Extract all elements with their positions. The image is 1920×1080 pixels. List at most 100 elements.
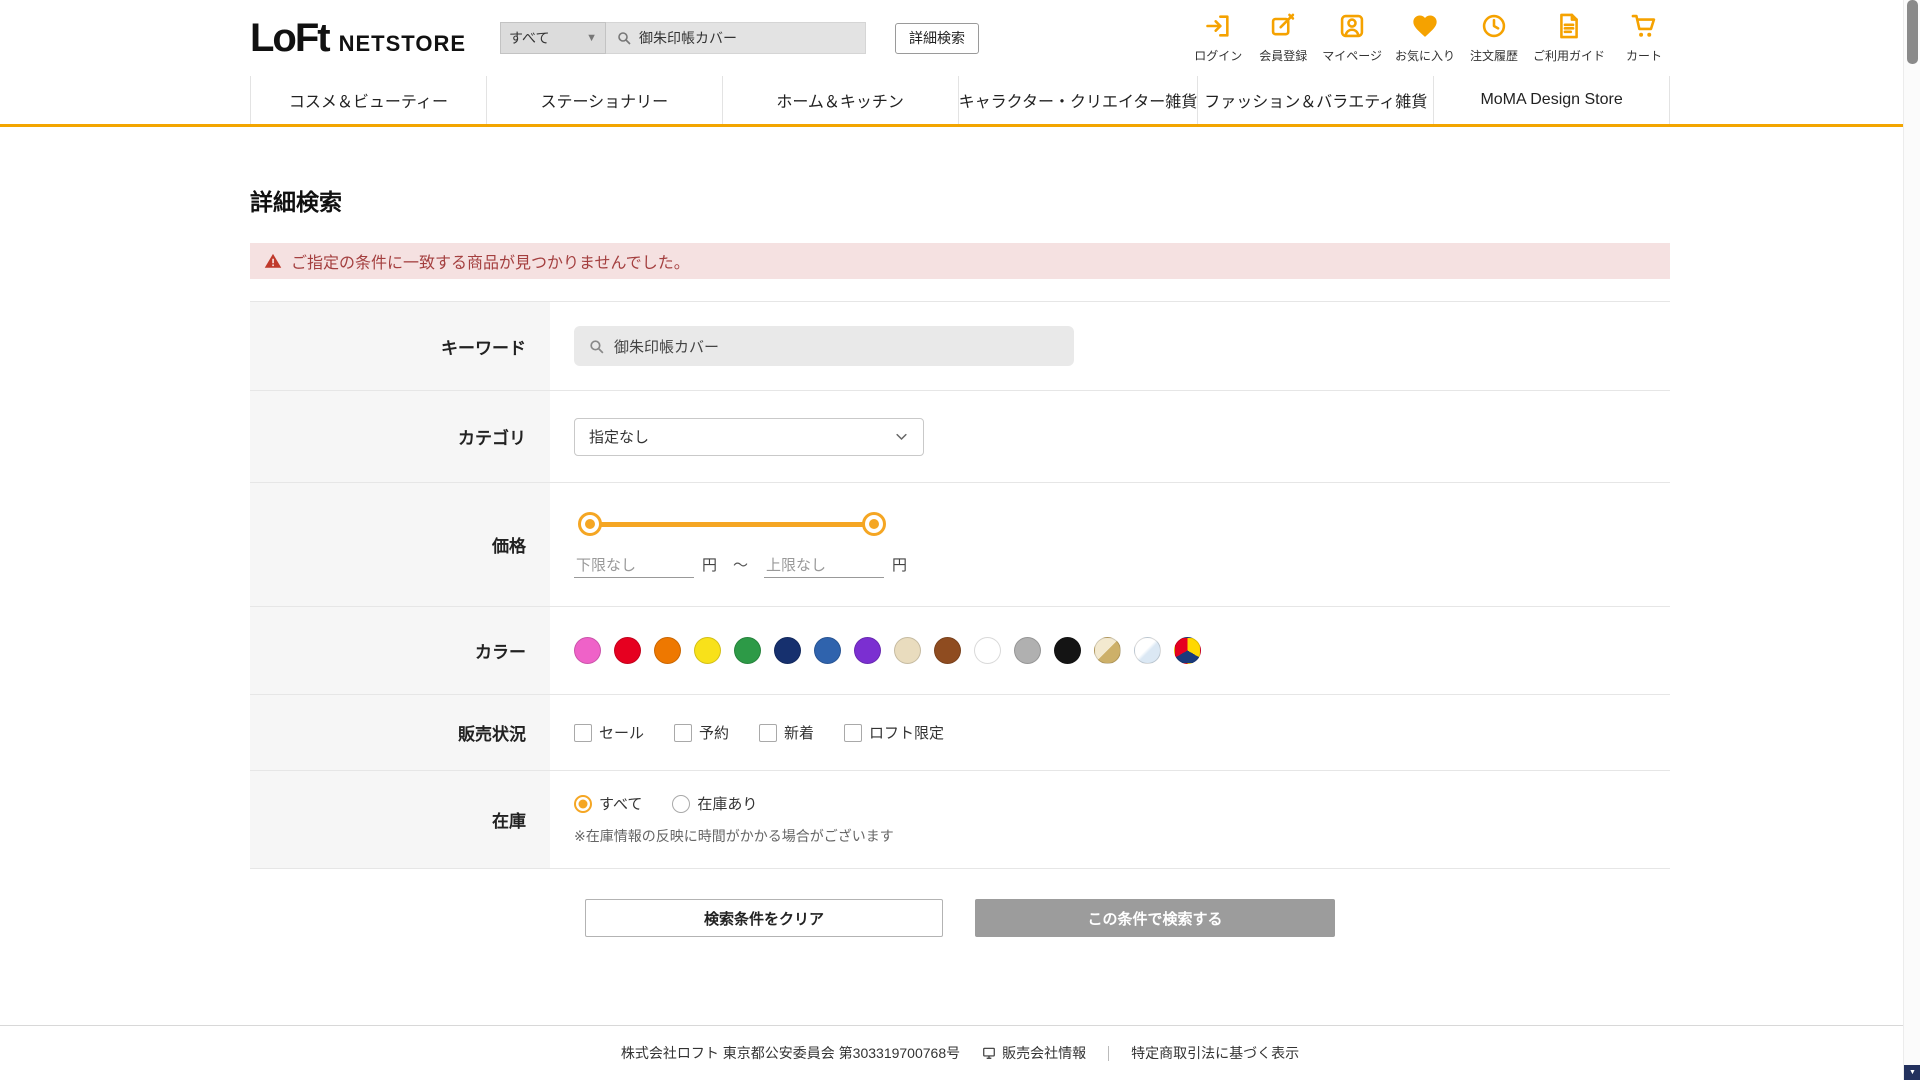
category-nav: コスメ＆ビューティー ステーショナリー ホーム＆キッチン キャラクター・クリエイ…: [0, 76, 1920, 127]
form-row-sales-status: 販売状況 セール 予約 新着 ロフト限定: [250, 694, 1670, 770]
clear-conditions-button[interactable]: 検索条件をクリア: [585, 899, 943, 937]
header-search-input[interactable]: [639, 30, 856, 46]
loft-logo[interactable]: LoFt NETSTORE: [250, 16, 466, 61]
checkbox-new[interactable]: 新着: [759, 722, 814, 743]
logo-loft-text: LoFt: [250, 15, 331, 60]
checkbox-reservation[interactable]: 予約: [674, 722, 729, 743]
mypage-icon: [1338, 12, 1366, 45]
checkbox-loft-limited[interactable]: ロフト限定: [844, 722, 944, 743]
scrollbar[interactable]: ▼: [1903, 0, 1920, 1080]
price-slider-handle-min[interactable]: [578, 511, 602, 536]
price-range-slider[interactable]: [578, 511, 886, 536]
price-slider-handle-max[interactable]: [862, 511, 886, 536]
scrollbar-thumb[interactable]: [1907, 0, 1918, 64]
storefront-icon: [982, 1046, 996, 1060]
search-icon: [588, 338, 605, 355]
price-min-input[interactable]: [574, 553, 694, 578]
detail-search-button[interactable]: 詳細検索: [895, 22, 980, 54]
color-swatch-clear[interactable]: [1134, 637, 1161, 664]
register-label: 会員登録: [1259, 49, 1308, 63]
color-swatch-white[interactable]: [974, 637, 1001, 664]
color-swatch-brown[interactable]: [934, 637, 961, 664]
header-search: すべて ▼ 詳細検索: [500, 22, 980, 54]
page-title: 詳細検索: [250, 189, 342, 215]
form-row-stock: 在庫 すべて 在庫あり ※在庫情報の反映に時間がかかる場合がございます: [250, 770, 1670, 868]
search-submit-button[interactable]: この条件で検索する: [975, 899, 1335, 937]
color-swatch-yellow[interactable]: [694, 637, 721, 664]
form-row-color: カラー: [250, 606, 1670, 694]
color-swatch-blue[interactable]: [814, 637, 841, 664]
cart-button[interactable]: カート: [1618, 12, 1670, 64]
commerce-law-link[interactable]: 特定商取引法に基づく表示: [1131, 1043, 1299, 1063]
price-separator: ～: [733, 556, 749, 574]
price-unit-label: 円: [892, 556, 908, 574]
seller-info-link[interactable]: 販売会社情報: [982, 1043, 1086, 1063]
checkbox-box[interactable]: [574, 723, 592, 742]
order-history-label: 注文履歴: [1469, 49, 1518, 63]
guide-button[interactable]: ご利用ガイド: [1533, 12, 1605, 64]
logo-netstore-text: NETSTORE: [338, 30, 467, 56]
color-swatch-orange[interactable]: [654, 637, 681, 664]
color-swatch-green[interactable]: [734, 637, 761, 664]
color-swatch-navy[interactable]: [774, 637, 801, 664]
nav-moma-design-store[interactable]: MoMA Design Store: [1433, 76, 1671, 124]
radio-button-checked[interactable]: [574, 794, 592, 813]
search-category-select[interactable]: すべて ▼: [500, 22, 607, 54]
footer: 株式会社ロフト 東京都公安委員会 第303319700768号 販売会社情報 特…: [0, 1025, 1920, 1080]
sales-status-options: セール 予約 新着 ロフト限定: [574, 722, 944, 743]
mypage-label: マイページ: [1322, 49, 1382, 63]
favorites-button[interactable]: お気に入り: [1395, 12, 1455, 64]
guide-icon: [1555, 12, 1583, 45]
color-swatch-gray[interactable]: [1014, 637, 1041, 664]
color-swatch-red[interactable]: [614, 637, 641, 664]
category-select-value: 指定なし: [589, 429, 650, 446]
nav-stationery[interactable]: ステーショナリー: [485, 76, 722, 124]
form-row-keyword: キーワード: [250, 301, 1670, 390]
price-max-input[interactable]: [764, 553, 885, 578]
mypage-button[interactable]: マイページ: [1322, 12, 1382, 64]
color-label: カラー: [250, 607, 550, 694]
commerce-law-label: 特定商取引法に基づく表示: [1131, 1045, 1300, 1061]
register-button[interactable]: 会員登録: [1257, 12, 1309, 64]
checkbox-box[interactable]: [759, 723, 778, 742]
nav-fashion-variety[interactable]: ファッション＆バラエティ雑貨: [1197, 76, 1433, 124]
register-icon: [1269, 12, 1297, 45]
user-menu: ログイン 会員登録 マイページ お気に入り 注文履歴 ご利用ガイド カート: [1192, 12, 1670, 64]
keyword-input[interactable]: [614, 337, 1060, 355]
checkbox-box[interactable]: [844, 723, 863, 742]
radio-all-label: すべて: [599, 796, 643, 813]
radio-in-stock[interactable]: 在庫あり: [672, 793, 757, 814]
heart-icon: [1411, 12, 1439, 45]
color-swatch-pink[interactable]: [574, 637, 601, 664]
keyword-input-box[interactable]: [574, 326, 1074, 366]
chevron-down-icon: [894, 429, 909, 444]
checkbox-loft-limited-label: ロフト限定: [869, 725, 945, 742]
search-icon: [616, 30, 632, 46]
login-icon: [1204, 12, 1232, 45]
order-history-button[interactable]: 注文履歴: [1468, 12, 1520, 64]
color-swatch-beige[interactable]: [894, 637, 921, 664]
radio-button[interactable]: [672, 794, 691, 813]
header: LoFt NETSTORE すべて ▼ 詳細検索: [0, 0, 1920, 76]
nav-home-kitchen[interactable]: ホーム＆キッチン: [721, 76, 958, 124]
header-search-box[interactable]: [606, 22, 867, 54]
color-swatch-gold[interactable]: [1094, 637, 1121, 664]
search-category-value: すべて: [509, 30, 550, 46]
category-select[interactable]: 指定なし: [574, 417, 924, 456]
color-swatches: [574, 637, 1201, 664]
nav-character-creator[interactable]: キャラクター・クリエイター雑貨: [957, 76, 1197, 124]
checkbox-new-label: 新着: [784, 725, 815, 742]
nav-cosme-beauty[interactable]: コスメ＆ビューティー: [250, 76, 486, 124]
price-label: 価格: [250, 483, 550, 606]
radio-all[interactable]: すべて: [574, 793, 642, 814]
color-swatch-multicolor[interactable]: [1174, 637, 1201, 664]
checkbox-box[interactable]: [674, 723, 693, 742]
checkbox-sale[interactable]: セール: [574, 722, 644, 743]
scrollbar-down-button[interactable]: ▼: [1904, 1065, 1920, 1080]
login-label: ログイン: [1194, 49, 1243, 63]
cart-label: カート: [1625, 49, 1662, 63]
color-swatch-purple[interactable]: [854, 637, 881, 664]
price-slider-track[interactable]: [582, 521, 882, 527]
login-button[interactable]: ログイン: [1192, 12, 1244, 64]
color-swatch-black[interactable]: [1054, 637, 1081, 664]
